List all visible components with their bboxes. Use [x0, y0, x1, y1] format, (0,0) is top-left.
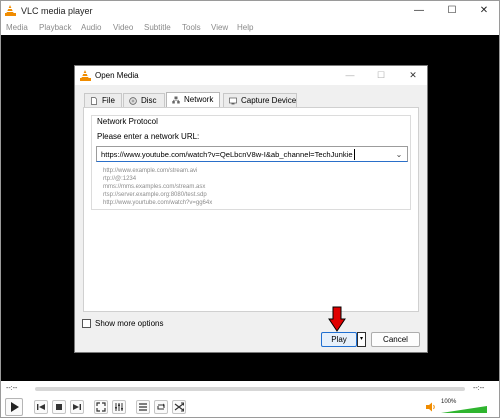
previous-icon[interactable] — [34, 400, 48, 414]
fullscreen-icon[interactable] — [94, 400, 108, 414]
tab-label: File — [102, 96, 115, 105]
menu-playback[interactable]: Playback — [39, 23, 71, 32]
example-url: rtp://@:1234 — [103, 176, 137, 182]
menu-bar: Media Playback Audio Video Subtitle Tool… — [1, 21, 499, 35]
tab-label: Disc — [141, 96, 157, 105]
tab-network[interactable]: Network — [166, 92, 220, 107]
shuffle-icon[interactable] — [172, 400, 186, 414]
extended-settings-icon[interactable] — [112, 400, 126, 414]
network-protocol-group: Network Protocol Please enter a network … — [91, 115, 411, 210]
show-more-label: Show more options — [95, 319, 164, 328]
total-time: --:-- — [473, 385, 485, 392]
speaker-icon[interactable] — [425, 401, 437, 413]
capture-icon — [229, 97, 237, 105]
menu-media[interactable]: Media — [6, 23, 28, 32]
network-url-combobox[interactable]: https://www.youtube.com/watch?v=QeLbcnV8… — [96, 146, 408, 162]
dialog-maximize-button[interactable]: ☐ — [370, 68, 392, 83]
menu-video[interactable]: Video — [113, 23, 133, 32]
stop-icon[interactable] — [52, 400, 66, 414]
vlc-cone-icon — [79, 70, 91, 81]
vlc-cone-icon — [4, 5, 16, 16]
dialog-close-button[interactable]: ✕ — [402, 68, 424, 83]
volume-percent: 100% — [441, 399, 457, 405]
example-url: mms://mms.examples.com/stream.asx — [103, 184, 206, 190]
menu-tools[interactable]: Tools — [182, 23, 201, 32]
volume-slider[interactable] — [441, 406, 487, 413]
text-caret — [354, 149, 355, 160]
play-button[interactable]: Play — [321, 332, 357, 347]
show-more-checkbox[interactable] — [82, 319, 91, 328]
example-url: http://www.example.com/stream.avi — [103, 168, 198, 174]
control-bar: 100% — [1, 397, 499, 417]
maximize-button[interactable]: ☐ — [441, 3, 463, 18]
seek-area: --:-- --:-- — [1, 381, 499, 397]
loop-icon[interactable] — [154, 400, 168, 414]
window-title: VLC media player — [21, 6, 93, 16]
dialog-title-bar: Open Media — ☐ ✕ — [75, 66, 427, 85]
network-icon — [172, 96, 180, 104]
disc-icon — [129, 97, 137, 105]
seek-slider[interactable] — [35, 387, 465, 391]
tab-capture-device[interactable]: Capture Device — [223, 93, 297, 107]
play-dropdown-button[interactable]: ▾ — [357, 332, 366, 347]
network-panel: Network Protocol Please enter a network … — [83, 107, 419, 312]
example-url: rtsp://server.example.org:8080/test.sdp — [103, 192, 207, 198]
tab-label: Capture Device — [241, 96, 297, 105]
group-label: Network Protocol — [97, 117, 158, 126]
file-icon — [91, 97, 97, 105]
elapsed-time: --:-- — [6, 385, 18, 392]
vlc-window: VLC media player — ☐ ✕ Media Playback Au… — [0, 0, 500, 418]
tab-label: Network — [184, 95, 214, 104]
playlist-icon[interactable] — [136, 400, 150, 414]
menu-help[interactable]: Help — [237, 23, 253, 32]
open-media-dialog: Open Media — ☐ ✕ File Disc Network Captu… — [74, 65, 428, 353]
dialog-minimize-button[interactable]: — — [339, 68, 361, 83]
network-url-input[interactable]: https://www.youtube.com/watch?v=QeLbcnV8… — [101, 150, 353, 159]
cancel-button[interactable]: Cancel — [371, 332, 420, 347]
tab-file[interactable]: File — [84, 93, 122, 107]
chevron-down-icon[interactable]: ⌄ — [393, 149, 405, 160]
play-icon[interactable] — [5, 398, 23, 416]
menu-subtitle[interactable]: Subtitle — [144, 23, 171, 32]
tab-disc[interactable]: Disc — [123, 93, 165, 107]
close-button[interactable]: ✕ — [473, 3, 495, 18]
example-url: http://www.yourtube.com/watch?v=gg64x — [103, 200, 213, 206]
dialog-title: Open Media — [95, 71, 139, 80]
menu-view[interactable]: View — [211, 23, 228, 32]
menu-audio[interactable]: Audio — [81, 23, 101, 32]
next-icon[interactable] — [70, 400, 84, 414]
minimize-button[interactable]: — — [408, 3, 430, 18]
title-bar: VLC media player — ☐ ✕ — [1, 1, 499, 21]
red-arrow-icon — [328, 306, 346, 332]
url-prompt: Please enter a network URL: — [97, 132, 200, 141]
